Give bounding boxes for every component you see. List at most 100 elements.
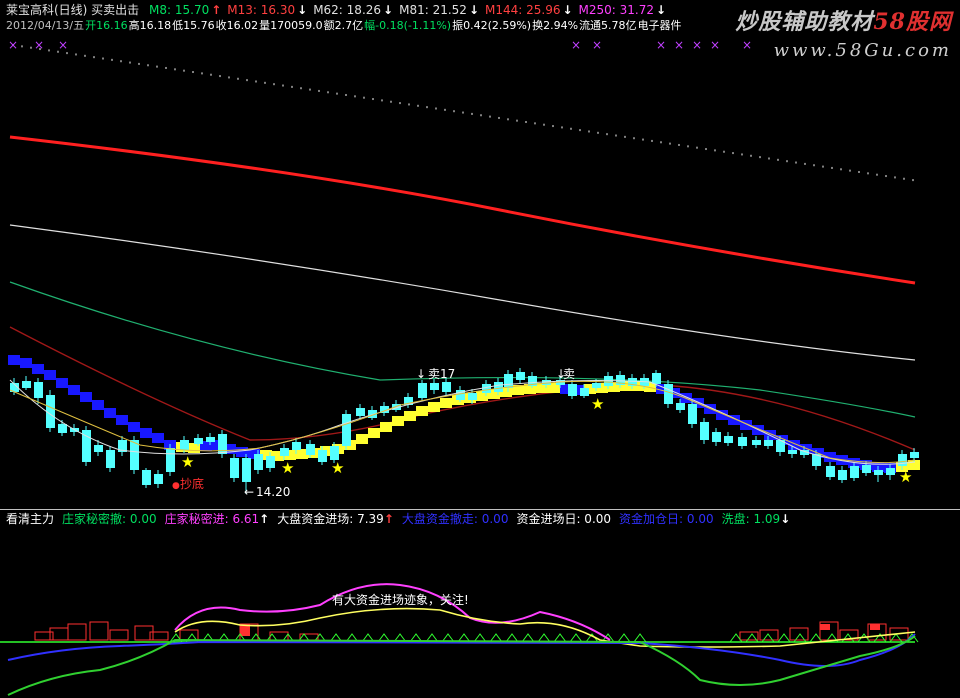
ma-dot <box>444 108 446 111</box>
candle-body <box>676 403 685 410</box>
candle-body <box>752 440 761 445</box>
band-block <box>44 370 56 380</box>
ma-dot <box>192 71 194 74</box>
ma-dot <box>129 61 131 64</box>
ma-dot <box>849 169 851 172</box>
candle-body <box>494 382 503 392</box>
bottom-dot: ● <box>172 481 180 491</box>
ma-dot <box>363 96 365 99</box>
band-block <box>356 434 368 444</box>
ma-dot <box>111 58 113 61</box>
candle-body <box>356 408 365 416</box>
candle-body <box>330 446 339 460</box>
candle-body <box>700 422 709 440</box>
candle-body <box>254 454 263 470</box>
ma-dot <box>435 107 437 110</box>
candle-body <box>142 470 151 485</box>
band-block <box>368 428 380 438</box>
buy-star: ★ <box>899 468 912 486</box>
ma-dot <box>633 137 635 140</box>
candle-body <box>592 383 601 388</box>
ma-dot <box>525 121 527 124</box>
ma-dot <box>282 84 284 87</box>
candle-body <box>430 383 439 390</box>
candle-body <box>106 450 115 468</box>
ma-dot <box>174 68 176 71</box>
candle-body <box>568 384 577 396</box>
signal-cross: × <box>674 38 684 52</box>
ma-dot <box>417 104 419 107</box>
ma-dot <box>453 110 455 113</box>
ma-dot <box>732 152 734 155</box>
candle-body <box>166 448 175 472</box>
indicator-bar <box>109 629 129 641</box>
ma-dot <box>120 60 122 63</box>
ma-dot <box>318 89 320 92</box>
ma-dot <box>867 172 869 175</box>
indicator-tick <box>745 633 759 643</box>
ma-dot <box>912 179 914 182</box>
indicator-readout: 庄家秘密进: 6.61 <box>164 512 260 526</box>
candle-body <box>652 373 661 384</box>
candle-body <box>292 442 301 450</box>
ma-dot <box>93 56 95 59</box>
ma-dot <box>624 135 626 138</box>
candle-body <box>664 384 673 404</box>
buy-star: ★ <box>181 453 194 471</box>
candle-body <box>874 470 883 475</box>
ma-dot <box>471 112 473 115</box>
sell-17-label: 卖17 <box>428 367 455 381</box>
ma-dot <box>705 148 707 151</box>
band-block <box>440 398 452 408</box>
price-chart[interactable]: × × × × × × × × × ×★ ★ ★★★↓ 卖17 ↓卖● 抄底← 14.20有大资金进场迹象，关… <box>0 0 960 698</box>
band-block <box>80 392 92 402</box>
ma-dot <box>579 129 581 132</box>
signal-cross: × <box>692 38 702 52</box>
candle-body <box>318 450 327 462</box>
band-block <box>380 422 392 432</box>
candle-body <box>468 393 477 400</box>
candle-body <box>516 372 525 380</box>
ma-dot <box>894 176 896 179</box>
ma-dot <box>786 160 788 163</box>
ma-dot <box>327 91 329 94</box>
signal-cross: × <box>571 38 581 52</box>
indicator-readout: 资金进场日: 0.00 <box>516 512 612 526</box>
ma-dot <box>813 164 815 167</box>
ma-dot <box>903 177 905 180</box>
signal-cross: × <box>656 38 666 52</box>
sell-label: 卖 <box>563 367 575 381</box>
band-block <box>32 364 44 374</box>
signal-cross: × <box>58 38 68 52</box>
ma-dot <box>255 80 257 83</box>
market-out-line <box>7 633 916 667</box>
candle-body <box>58 424 67 433</box>
candle-body <box>34 382 43 398</box>
ma-dot <box>804 162 806 165</box>
ma-dot <box>372 98 374 101</box>
candle-body <box>504 374 513 388</box>
ma-dot <box>876 173 878 176</box>
ma-dot <box>552 125 554 128</box>
indicator-bar <box>789 627 809 641</box>
ma144-line <box>9 135 916 285</box>
indicator-header: 看清主力 庄家秘密撤: 0.00 庄家秘密进: 6.61↑ 大盘资金进场: 7.39↑… <box>6 512 798 526</box>
ma-dot <box>264 81 266 84</box>
indicator-readout: 洗盘: 1.09 <box>721 512 781 526</box>
panel-divider <box>0 509 960 510</box>
indicator-arrow: ↑ <box>383 512 394 526</box>
ma-dot <box>597 131 599 134</box>
ma-dot <box>156 65 158 68</box>
indicator-arrow: ↓ <box>780 512 791 526</box>
candle-body <box>266 456 275 468</box>
candle-body <box>154 474 163 484</box>
ma-dot <box>570 127 572 130</box>
ma-dot <box>48 49 50 52</box>
candle-body <box>688 404 697 424</box>
indicator-tick <box>777 633 791 643</box>
low-arrow: ← <box>244 485 254 499</box>
candle-body <box>580 388 589 396</box>
candle-body <box>22 381 31 388</box>
ma-dot <box>345 93 347 96</box>
indicator-tick <box>617 633 631 643</box>
